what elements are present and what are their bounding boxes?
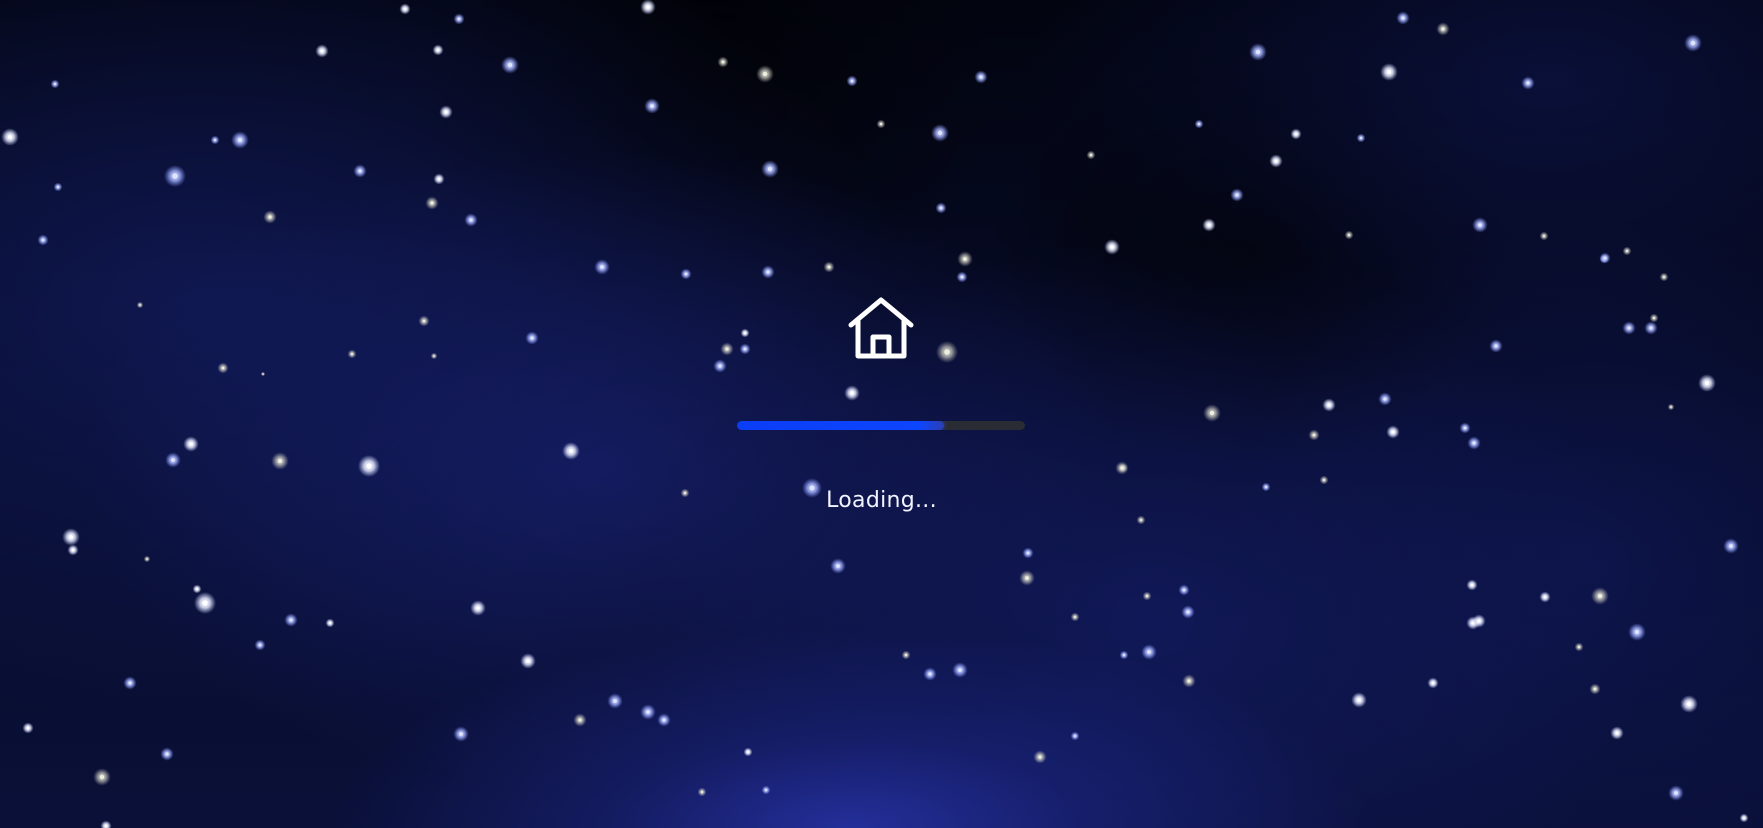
home-icon [848, 297, 914, 359]
loading-status-text: Loading... [826, 488, 937, 513]
progress-fill [737, 421, 945, 430]
progress-bar [737, 421, 1025, 430]
loading-screen: Loading... [0, 0, 1763, 828]
loader: Loading... [0, 0, 1763, 828]
